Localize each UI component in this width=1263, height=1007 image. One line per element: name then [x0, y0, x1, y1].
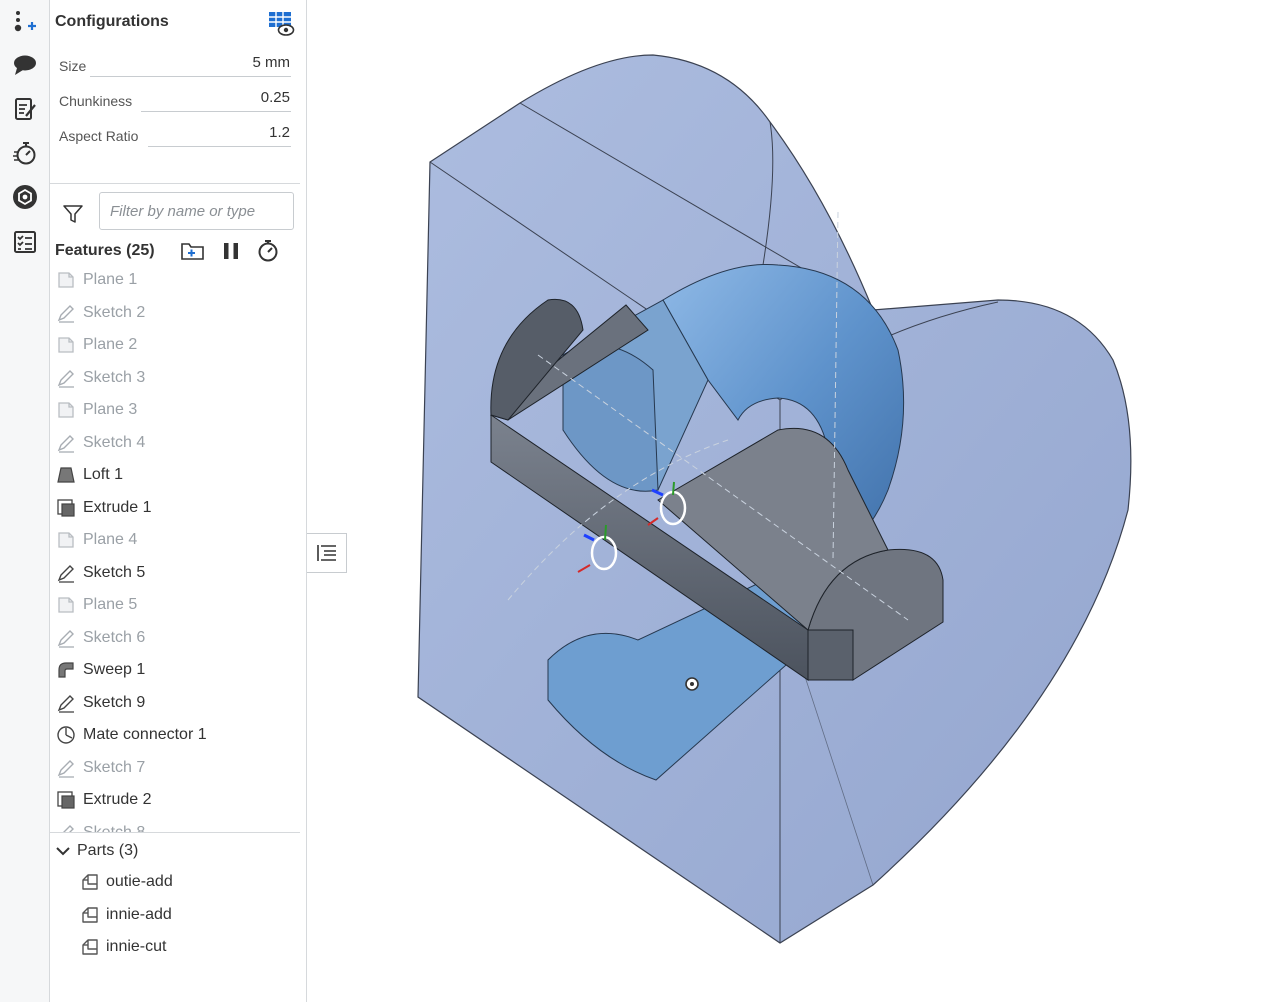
extrude-icon [57, 791, 75, 809]
sketch-icon [57, 564, 74, 583]
feature-item-loft-1[interactable]: Loft 1 [56, 461, 123, 489]
feature-item-extrude-1[interactable]: Extrude 1 [56, 494, 151, 522]
chevron-down-icon [56, 847, 70, 856]
config-row-aspect-ratio[interactable]: Aspect Ratio 1.2 [59, 122, 291, 148]
part-icon [82, 939, 98, 955]
part-label: outie-add [106, 873, 173, 890]
configurations-title: Configurations [55, 13, 169, 30]
feature-item-sketch-4[interactable]: Sketch 4 [56, 429, 145, 457]
part-icon [82, 907, 98, 923]
plane-icon [58, 532, 74, 548]
feature-panel: Configurations Size 5 mm Chunkiness 0.25… [50, 0, 307, 1002]
part-icon [82, 874, 98, 890]
sketch-icon [57, 629, 74, 648]
feature-item-plane-1[interactable]: Plane 1 [56, 266, 137, 294]
feature-label: Extrude 1 [83, 498, 152, 516]
checklist-icon[interactable] [8, 225, 42, 259]
feature-item-sketch-8[interactable]: Sketch 8 [56, 819, 146, 833]
config-label: Chunkiness [59, 93, 133, 109]
feature-item-sketch-3[interactable]: Sketch 3 [56, 364, 145, 392]
feature-label: Plane 2 [83, 336, 138, 353]
comment-icon[interactable] [8, 48, 42, 82]
add-folder-icon[interactable] [180, 239, 206, 263]
feature-label: Sketch 6 [83, 628, 146, 646]
feature-item-mate-connector-1[interactable]: Mate connector 1 [56, 721, 207, 749]
feature-label: Sketch 3 [83, 368, 146, 386]
feature-label: Sketch 5 [83, 563, 146, 581]
feature-label: Extrude 2 [83, 791, 152, 808]
config-label: Size [59, 58, 87, 74]
feature-label: Plane 1 [83, 271, 138, 288]
sketch-icon [57, 759, 74, 778]
sketch-icon [62, 824, 74, 832]
feature-label: Sketch 9 [83, 693, 146, 711]
sketch-icon [57, 304, 74, 323]
part-item-innie-cut[interactable]: innie-cut [80, 934, 166, 960]
feature-label: Plane 4 [83, 531, 138, 548]
origin-point-icon[interactable] [685, 677, 699, 691]
feature-item-sketch-6[interactable]: Sketch 6 [56, 624, 145, 652]
config-value-field[interactable]: 0.25 [141, 89, 291, 112]
extrude-icon [57, 498, 75, 517]
feature-list: Plane 1 Sketch 2 Plane 2 Sketch 3 Plane 3 Ske… [50, 264, 300, 832]
config-value-field[interactable]: 5 mm [90, 54, 291, 77]
left-icon-rail [0, 0, 50, 1002]
feature-item-plane-3[interactable]: Plane 3 [56, 396, 137, 424]
sweep-icon [58, 662, 74, 678]
pause-icon[interactable] [218, 239, 244, 263]
feature-item-sketch-5[interactable]: Sketch 5 [56, 559, 145, 587]
parts-header[interactable]: Parts (3) [55, 838, 138, 864]
feature-label: Sketch 8 [83, 823, 146, 833]
3d-model-render[interactable] [308, 0, 1263, 1002]
config-label: Aspect Ratio [59, 128, 139, 144]
feature-label: Mate connector 1 [83, 726, 207, 743]
part-label: innie-add [106, 906, 172, 923]
appearance-icon[interactable] [8, 180, 42, 214]
feature-item-plane-2[interactable]: Plane 2 [56, 331, 137, 359]
feature-filter-input[interactable] [99, 192, 294, 230]
config-row-size[interactable]: Size 5 mm [59, 52, 291, 78]
plane-icon [58, 337, 74, 353]
rollback-timer-icon[interactable] [255, 239, 281, 263]
feature-item-plane-4[interactable]: Plane 4 [56, 526, 137, 554]
plane-icon [58, 402, 74, 418]
sketch-icon [57, 369, 74, 388]
feature-item-sketch-9[interactable]: Sketch 9 [56, 689, 145, 717]
feature-label: Plane 5 [83, 596, 138, 613]
insert-mate-icon[interactable] [8, 5, 42, 39]
timer-icon[interactable] [8, 136, 42, 170]
part-item-innie-add[interactable]: innie-add [80, 902, 172, 928]
part-item-outie-add[interactable]: outie-add [80, 869, 173, 895]
feature-item-sweep-1[interactable]: Sweep 1 [56, 656, 145, 684]
configuration-visibility-icon[interactable] [269, 11, 295, 37]
parts-title: Parts (3) [77, 842, 139, 859]
feature-item-sketch-2[interactable]: Sketch 2 [56, 299, 145, 327]
notes-icon[interactable] [8, 92, 42, 126]
feature-item-plane-5[interactable]: Plane 5 [56, 591, 137, 619]
feature-label: Sketch 4 [83, 433, 146, 451]
graphics-viewport[interactable] [308, 0, 1263, 1002]
feature-item-sketch-7[interactable]: Sketch 7 [56, 754, 145, 782]
divider [50, 832, 300, 833]
loft-icon [57, 467, 75, 483]
plane-icon [58, 272, 74, 288]
feature-item-extrude-2[interactable]: Extrude 2 [56, 786, 151, 814]
config-row-chunkiness[interactable]: Chunkiness 0.25 [59, 87, 291, 113]
feature-label: Plane 3 [83, 401, 138, 418]
feature-label: Sweep 1 [83, 661, 146, 678]
sketch-icon [57, 434, 74, 453]
feature-label: Sketch 7 [83, 758, 146, 776]
filter-icon[interactable] [62, 203, 84, 225]
sketch-icon [57, 694, 74, 713]
divider [50, 183, 300, 184]
feature-label: Sketch 2 [83, 303, 146, 321]
feature-label: Loft 1 [83, 466, 124, 483]
config-value-field[interactable]: 1.2 [148, 124, 291, 147]
features-title: Features (25) [55, 242, 155, 259]
plane-icon [58, 597, 74, 613]
part-label: innie-cut [106, 938, 167, 955]
mate-icon [57, 726, 75, 744]
